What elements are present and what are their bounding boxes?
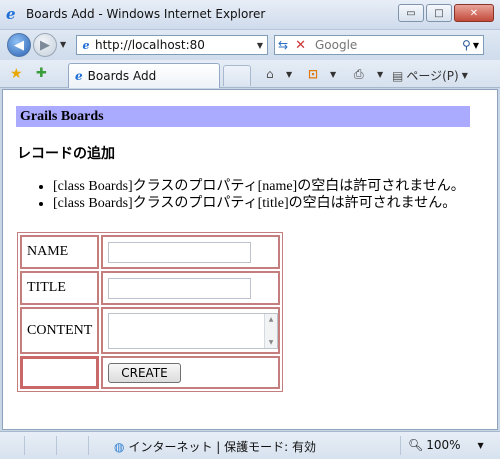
window-title: Boards Add - Windows Internet Explorer [26,7,266,21]
favorites-star-icon[interactable]: ★ [10,66,23,82]
search-dropdown-icon[interactable]: ▼ [473,41,483,50]
page-menu-button[interactable]: ▤ ページ(P) ▼ [392,67,468,84]
tab-bar: ★ ✚ e Boards Add ⌂ ▼ ⊡ ▼ ⎙ ▼ ▤ ページ(P) ▼ [0,60,500,88]
stop-icon[interactable]: ✕ [291,38,310,53]
name-label: NAME [20,235,99,269]
history-dropdown-icon[interactable]: ▼ [60,40,66,49]
status-divider [24,436,25,455]
create-form: NAME TITLE CONTENT ▲ ▼ CREATE [17,232,283,392]
globe-icon: ◍ [114,439,125,454]
url-text[interactable]: http://localhost:80 [95,38,253,52]
status-divider [56,436,57,455]
address-field[interactable]: e http://localhost:80 ▼ [76,35,268,55]
security-zone[interactable]: ◍ インターネット | 保護モード: 有効 [114,438,316,455]
page-icon: ▤ [392,68,404,83]
title-field[interactable] [108,277,251,299]
search-input[interactable] [309,37,461,53]
page-menu-label: ページ(P) [406,69,459,83]
empty-cell [20,356,99,389]
zone-text: インターネット | 保護モード: 有効 [128,440,317,454]
title-label: TITLE [20,271,99,305]
home-icon[interactable]: ⌂ [266,67,274,81]
ie-logo-icon: e [6,5,16,23]
page-dropdown-icon: ▼ [461,71,468,80]
search-box[interactable]: ⇆ ✕ ⚲ ▼ [274,35,484,55]
forward-button[interactable]: ▶ [33,33,57,57]
status-divider [400,436,401,455]
refresh-icon[interactable]: ⇆ [275,38,291,52]
content-textarea[interactable]: ▲ ▼ [108,312,278,349]
tab-favicon-icon: e [75,69,83,83]
print-dropdown-icon[interactable]: ▼ [377,70,383,79]
add-favorites-icon[interactable]: ✚ [36,66,47,81]
minimize-button[interactable]: ▭ [398,4,424,22]
feeds-dropdown-icon[interactable]: ▼ [330,70,336,79]
error-message: [class Boards]クラスのプロパティ[title]の空白は許可されませ… [53,195,465,212]
textarea-scrollbar[interactable]: ▲ ▼ [264,313,277,348]
zoom-dropdown-icon[interactable]: ▼ [478,441,484,450]
back-button[interactable]: ◀ [7,33,31,57]
tab-label: Boards Add [87,69,157,83]
new-tab-button[interactable] [223,65,251,86]
home-dropdown-icon[interactable]: ▼ [286,70,292,79]
site-header: Grails Boards [16,106,470,127]
page-content: Grails Boards レコードの追加 [class Boards]クラスの… [2,89,498,430]
zoom-icon: 🔍︎ [408,438,424,452]
back-arrow-icon: ◀ [14,37,24,53]
zoom-level: 100% [426,438,461,452]
scroll-up-icon[interactable]: ▲ [269,316,274,323]
tab-boards-add[interactable]: e Boards Add [68,63,220,88]
print-icon[interactable]: ⎙ [354,67,364,82]
address-toolbar: ◀ ▶ ▼ e http://localhost:80 ▼ ⇆ ✕ ⚲ ▼ [0,30,500,60]
window-titlebar: e Boards Add - Windows Internet Explorer… [0,0,500,30]
page-favicon-icon: e [82,38,90,52]
address-dropdown-icon[interactable]: ▼ [253,41,267,50]
zoom-control[interactable]: 🔍︎ 100% ▼ [408,438,484,452]
forward-arrow-icon: ▶ [40,37,50,53]
maximize-button[interactable]: □ [426,4,452,22]
error-list: [class Boards]クラスのプロパティ[name]の空白は許可されません… [39,178,465,212]
name-field[interactable] [108,241,251,263]
page-title: レコードの追加 [17,146,115,162]
content-label: CONTENT [20,307,99,354]
error-message: [class Boards]クラスのプロパティ[name]の空白は許可されません… [53,178,465,195]
status-bar: ◍ インターネット | 保護モード: 有効 🔍︎ 100% ▼ [0,431,500,459]
feeds-icon[interactable]: ⊡ [308,67,318,81]
search-icon[interactable]: ⚲ [460,38,473,52]
create-button[interactable]: CREATE [108,362,181,383]
window-controls: ▭ □ ✕ [398,4,494,22]
scroll-down-icon[interactable]: ▼ [269,339,274,346]
status-divider [88,436,89,455]
close-button[interactable]: ✕ [454,4,494,22]
